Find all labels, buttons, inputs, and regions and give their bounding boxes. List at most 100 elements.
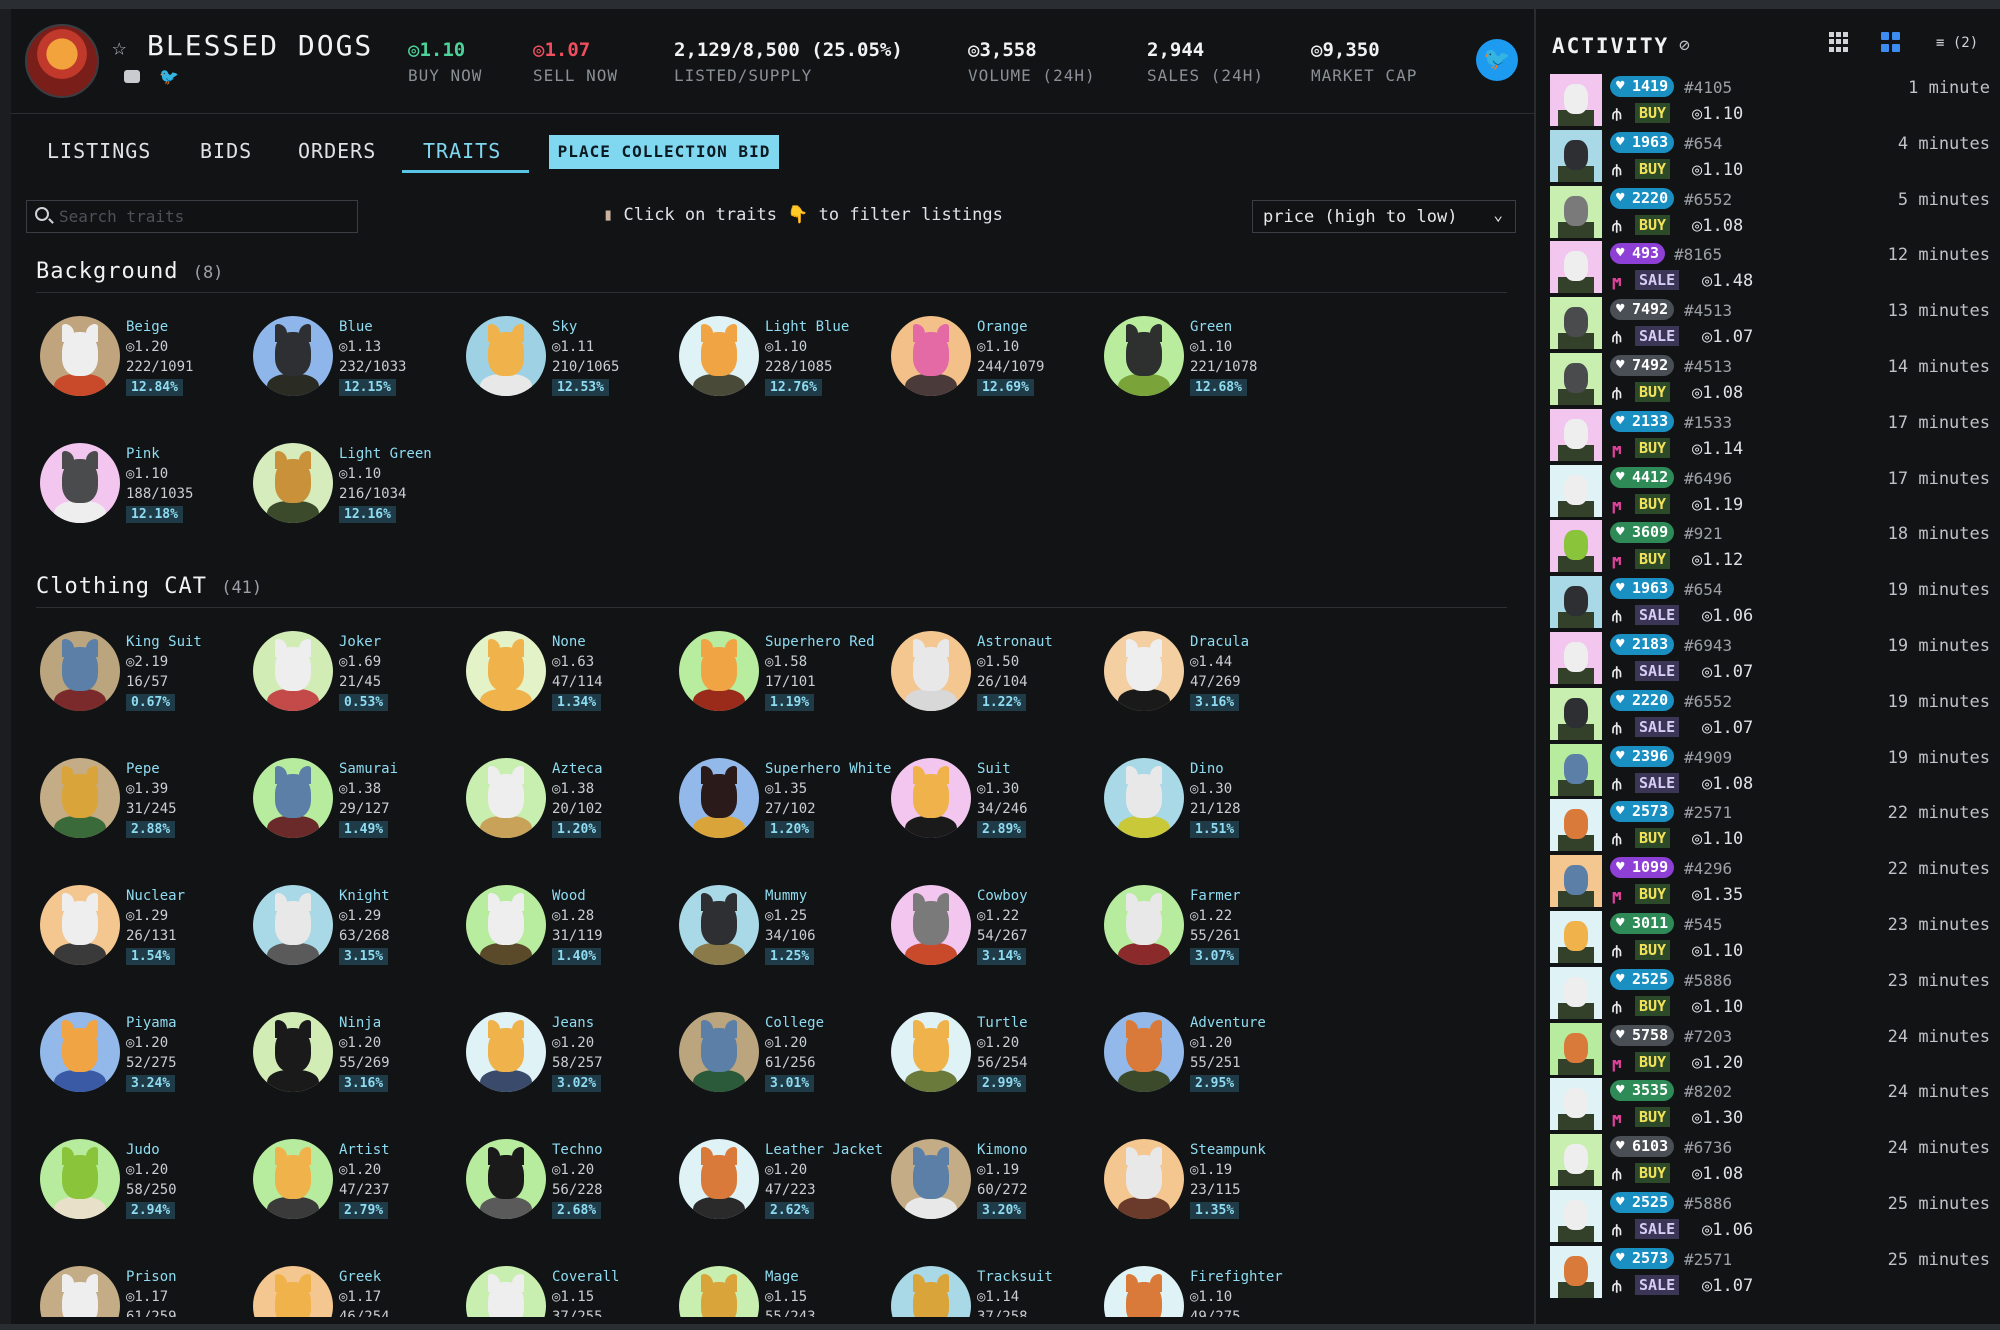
activity-row[interactable]: 3609 #921 ϻ BUY ◎1.12 18 minutes — [1550, 520, 1990, 576]
trait-card[interactable]: Firefighter ◎1.10 49/275 — [1102, 1266, 1302, 1317]
avatar-head — [701, 1028, 737, 1072]
trait-card[interactable]: Knight ◎1.29 63/268 3.15% — [251, 885, 451, 995]
activity-row[interactable]: 6103 #6736 ⫛ BUY ◎1.08 24 minutes — [1550, 1134, 1990, 1190]
trait-card[interactable]: Greek ◎1.17 46/254 — [251, 1266, 451, 1317]
activity-row[interactable]: 2396 #4909 ⫛ SALE ◎1.08 19 minutes — [1550, 743, 1990, 800]
tensor-icon: ⫛ — [1612, 215, 1622, 235]
trait-card[interactable]: Orange ◎1.10 244/1079 12.69% — [889, 316, 1089, 426]
trait-floor-price: ◎1.35 — [765, 781, 808, 797]
activity-row[interactable]: 3011 #545 ⫛ BUY ◎1.10 23 minutes — [1550, 911, 1990, 967]
trait-card[interactable]: Sky ◎1.11 210/1065 12.53% — [464, 316, 664, 426]
trait-card[interactable]: Steampunk ◎1.19 23/115 1.35% — [1102, 1139, 1302, 1249]
trait-card[interactable]: Joker ◎1.69 21/45 0.53% — [251, 631, 451, 741]
trait-card[interactable]: Mage ◎1.15 55/243 — [677, 1266, 877, 1317]
activity-row[interactable]: 2573 #2571 ⫛ SALE ◎1.07 25 minutes — [1550, 1245, 1990, 1302]
discord-icon[interactable] — [124, 70, 140, 83]
collection-avatar — [25, 24, 99, 98]
trait-card[interactable]: King Suit ◎2.19 16/57 0.67% — [38, 631, 238, 741]
trait-card[interactable]: Beige ◎1.20 222/1091 12.84% — [38, 316, 238, 426]
trait-search-input[interactable] — [59, 203, 349, 230]
trait-card[interactable]: Nuclear ◎1.29 26/131 1.54% — [38, 885, 238, 995]
trait-percent-badge: 12.16% — [339, 506, 396, 523]
activity-row[interactable]: 7492 #4513 ⫛ BUY ◎1.08 14 minutes — [1550, 353, 1990, 409]
twitter-icon[interactable]: 🐦 — [159, 67, 179, 86]
activity-row[interactable]: 4412 #6496 ϻ BUY ◎1.19 17 minutes — [1550, 464, 1990, 521]
place-collection-bid-button[interactable]: PLACE COLLECTION BID — [549, 135, 779, 169]
activity-row[interactable]: 2133 #1533 ϻ BUY ◎1.14 17 minutes — [1550, 408, 1990, 465]
star-icon[interactable]: ☆ — [112, 33, 126, 61]
trait-card[interactable]: Adventure ◎1.20 55/251 2.95% — [1102, 1012, 1302, 1122]
trait-card[interactable]: Azteca ◎1.38 20/102 1.20% — [464, 758, 664, 868]
activity-row[interactable]: 2525 #5886 ⫛ BUY ◎1.10 23 minutes — [1550, 966, 1990, 1023]
tab-bids[interactable]: BIDS — [200, 139, 252, 163]
trait-card[interactable]: Cowboy ◎1.22 54/267 3.14% — [889, 885, 1089, 995]
trait-card[interactable]: Leather Jacket ◎1.20 47/223 2.62% — [677, 1139, 883, 1249]
trait-card[interactable]: Pepe ◎1.39 31/245 2.88% — [38, 758, 238, 868]
trait-card[interactable]: Techno ◎1.20 56/228 2.68% — [464, 1139, 664, 1249]
trait-card[interactable]: Tracksuit ◎1.14 37/258 — [889, 1266, 1089, 1317]
tab-traits[interactable]: TRAITS — [423, 139, 501, 163]
tab-orders[interactable]: ORDERS — [298, 139, 376, 163]
activity-row[interactable]: 2525 #5886 ⫛ SALE ◎1.06 25 minutes — [1550, 1190, 1990, 1246]
activity-row[interactable]: 5758 #7203 ϻ BUY ◎1.20 24 minutes — [1550, 1022, 1990, 1079]
thumb-head — [1564, 363, 1588, 393]
grid-small-icon[interactable] — [1829, 32, 1849, 52]
trait-card[interactable]: Superhero White ◎1.35 27/102 1.20% — [677, 758, 891, 868]
trait-card[interactable]: Blue ◎1.13 232/1033 12.15% — [251, 316, 451, 426]
activity-row[interactable]: 2220 #6552 ⫛ SALE ◎1.07 19 minutes — [1550, 687, 1990, 744]
trait-card[interactable]: Wood ◎1.28 31/119 1.40% — [464, 885, 664, 995]
filter-icon[interactable]: ≡ (2) — [1936, 35, 1978, 51]
activity-row[interactable]: 2573 #2571 ⫛ BUY ◎1.10 22 minutes — [1550, 799, 1990, 855]
trait-card[interactable]: Superhero Red ◎1.58 17/101 1.19% — [677, 631, 877, 741]
trait-card[interactable]: Mummy ◎1.25 34/106 1.25% — [677, 885, 877, 995]
trait-avatar — [1104, 631, 1184, 711]
twitter-button[interactable]: 🐦 — [1476, 39, 1518, 81]
trait-card[interactable]: Piyama ◎1.20 52/275 3.24% — [38, 1012, 238, 1122]
tab-listings[interactable]: LISTINGS — [47, 139, 151, 163]
eye-off-icon[interactable]: ⊘ — [1679, 35, 1690, 56]
trait-card[interactable]: Farmer ◎1.22 55/261 3.07% — [1102, 885, 1302, 995]
nft-thumbnail — [1550, 129, 1602, 182]
trait-card[interactable]: Dracula ◎1.44 47/269 3.16% — [1102, 631, 1302, 741]
trait-card[interactable]: Light Green ◎1.10 216/1034 12.16% — [251, 443, 451, 553]
trait-card[interactable]: Coverall ◎1.15 37/255 — [464, 1266, 664, 1317]
nft-thumbnail — [1550, 576, 1602, 629]
activity-row[interactable]: 1963 #654 ⫛ BUY ◎1.10 4 minutes — [1550, 129, 1990, 186]
activity-row[interactable]: 493 #8165 ϻ SALE ◎1.48 12 minutes — [1550, 241, 1990, 297]
trait-card[interactable]: Prison ◎1.17 61/259 — [38, 1266, 238, 1317]
activity-row[interactable]: 7492 #4513 ⫛ SALE ◎1.07 13 minutes — [1550, 297, 1990, 353]
trait-card[interactable]: Ninja ◎1.20 55/269 3.16% — [251, 1012, 451, 1122]
activity-row[interactable]: 1963 #654 ⫛ SALE ◎1.06 19 minutes — [1550, 576, 1990, 632]
trait-card[interactable]: Turtle ◎1.20 56/254 2.99% — [889, 1012, 1089, 1122]
activity-row[interactable]: 2183 #6943 ⫛ SALE ◎1.07 19 minutes — [1550, 632, 1990, 688]
nft-id: #7203 — [1684, 1026, 1733, 1046]
activity-row[interactable]: 1419 #4105 ⫛ BUY ◎1.10 1 minute — [1550, 74, 1990, 130]
trait-avatar — [40, 758, 120, 838]
trait-card[interactable]: None ◎1.63 47/114 1.34% — [464, 631, 664, 741]
activity-row[interactable]: 3535 #8202 ϻ BUY ◎1.30 24 minutes — [1550, 1078, 1990, 1134]
trait-info: Pink ◎1.10 188/1035 12.18% — [126, 444, 193, 524]
avatar-head — [488, 647, 524, 691]
grid-large-icon[interactable] — [1881, 32, 1901, 52]
trait-card[interactable]: Samurai ◎1.38 29/127 1.49% — [251, 758, 451, 868]
avatar-body — [54, 943, 106, 965]
trait-card[interactable]: College ◎1.20 61/256 3.01% — [677, 1012, 877, 1122]
trait-card[interactable]: Light Blue ◎1.10 228/1085 12.76% — [677, 316, 877, 426]
info-icon: ▮ — [603, 205, 624, 225]
trait-card[interactable]: Judo ◎1.20 58/250 2.94% — [38, 1139, 238, 1249]
activity-row[interactable]: 2220 #6552 ⫛ BUY ◎1.08 5 minutes — [1550, 185, 1990, 242]
avatar-body — [267, 374, 319, 396]
trait-card[interactable]: Artist ◎1.20 47/237 2.79% — [251, 1139, 451, 1249]
trait-card[interactable]: Jeans ◎1.20 58/257 3.02% — [464, 1012, 664, 1122]
trait-card[interactable]: Kimono ◎1.19 60/272 3.20% — [889, 1139, 1089, 1249]
trait-listed-count: 222/1091 — [126, 359, 194, 375]
trait-card[interactable]: Astronaut ◎1.50 26/104 1.22% — [889, 631, 1089, 741]
trait-card[interactable]: Suit ◎1.30 34/246 2.89% — [889, 758, 1089, 868]
trait-card[interactable]: Dino ◎1.30 21/128 1.51% — [1102, 758, 1302, 868]
trait-card[interactable]: Pink ◎1.10 188/1035 12.18% — [38, 443, 238, 553]
activity-row[interactable]: 1099 #4296 ϻ BUY ◎1.35 22 minutes — [1550, 855, 1990, 911]
trait-name: Orange — [977, 319, 1028, 335]
sort-select[interactable]: price (high to low) ⌄ — [1252, 200, 1516, 233]
sort-value: price (high to low) — [1263, 207, 1458, 227]
trait-card[interactable]: Green ◎1.10 221/1078 12.68% — [1102, 316, 1302, 426]
